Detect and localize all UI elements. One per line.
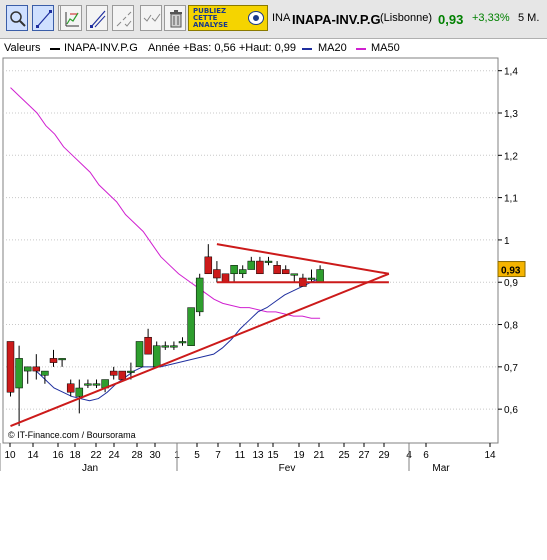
x-tick-label: 10 (4, 450, 16, 461)
ticker-symbol: INA (272, 12, 291, 24)
candle-body (32, 366, 41, 372)
x-month-label: Mar (432, 463, 450, 474)
zoom-tool-button[interactable] (6, 5, 28, 31)
candle-body (84, 383, 92, 386)
fibonacci-tool-button[interactable] (86, 5, 108, 31)
period-selector[interactable]: 5 M. (518, 12, 539, 24)
security-name: INAPA-INV.P.G (292, 12, 381, 27)
x-tick-label: 6 (423, 450, 429, 461)
candle-body (49, 358, 58, 363)
x-tick-label: 11 (235, 450, 246, 461)
x-tick-label: 27 (358, 450, 370, 461)
x-tick-label: 28 (131, 450, 143, 461)
y-tick-label: 0,8 (504, 321, 518, 332)
candle-body (273, 265, 281, 275)
price-change: +3,33% (472, 12, 510, 24)
x-tick-label: 19 (293, 450, 305, 461)
candle-body (23, 366, 32, 372)
candle-body (213, 269, 221, 279)
x-tick-label: 16 (52, 450, 64, 461)
last-price-label: 0,93 (501, 266, 521, 277)
x-tick-label: 7 (215, 450, 221, 461)
candle-body (152, 345, 161, 368)
trendline-tool-button[interactable] (32, 5, 54, 31)
brand-line-3: ANALYSE (193, 21, 228, 29)
candle-body (281, 269, 290, 275)
candle-body (221, 273, 230, 283)
x-tick-label: 22 (90, 450, 102, 461)
candle-body (230, 265, 238, 275)
y-tick-label: 1 (504, 236, 510, 247)
candle-body (118, 370, 127, 380)
candle-body (238, 269, 247, 275)
candle-body (178, 341, 187, 344)
y-tick-label: 0,6 (504, 405, 518, 416)
candle-body (316, 269, 324, 283)
candle-body (170, 345, 178, 348)
candle-body (264, 260, 273, 263)
candle-body (58, 358, 66, 361)
x-tick-label: 5 (194, 450, 200, 461)
candle-body (41, 370, 49, 376)
horizontal-line-icon (65, 12, 79, 27)
last-price: 0,93 (438, 12, 464, 27)
x-tick-label: 14 (27, 450, 39, 461)
candle-body (92, 383, 101, 386)
candle-body (15, 358, 23, 389)
y-tick-label: 1,1 (504, 194, 518, 205)
fan-tool-button[interactable] (112, 5, 134, 31)
magnifier-icon (10, 11, 26, 27)
x-tick-label: 21 (313, 450, 325, 461)
checkmarks-icon (143, 13, 161, 22)
market-name: (Lisbonne) (380, 12, 432, 24)
y-tick-label: 0,9 (504, 278, 518, 289)
candle-body (195, 277, 204, 313)
candle-body (290, 273, 299, 276)
x-tick-label: 13 (252, 450, 264, 461)
x-tick-label: 24 (108, 450, 120, 461)
candle-body (109, 370, 118, 376)
candle-body (144, 336, 152, 355)
trash-tool-button[interactable] (164, 5, 186, 31)
trash-icon (170, 10, 182, 28)
candle-body (307, 277, 316, 280)
x-tick-label: 15 (267, 450, 279, 461)
x-tick-label: 25 (338, 450, 350, 461)
candle-body (247, 260, 256, 270)
candle-body (204, 256, 213, 275)
x-tick-label: 29 (378, 450, 390, 461)
x-tick-label: 14 (484, 450, 496, 461)
price-chart[interactable]: 1,4 1,3 1,2 1,1 1 0,9 0,8 0,7 0,6 10 14 16 18 22 24 28 3… (0, 38, 547, 478)
candle-body (75, 387, 84, 397)
candle-body (135, 341, 144, 368)
candle-body (161, 345, 170, 348)
x-tick-label: 18 (69, 450, 81, 461)
y-tick-label: 1,4 (504, 67, 518, 78)
candle-body (127, 370, 135, 373)
erase-tool-button[interactable] (140, 5, 162, 31)
data-credit: © IT-Finance.com / Boursorama (8, 430, 136, 440)
x-tick-label: 30 (149, 450, 161, 461)
candle-body (187, 307, 195, 346)
candle-body (256, 260, 264, 275)
trendline-icon (36, 10, 52, 28)
candle-body (66, 383, 75, 393)
candle-body (6, 341, 15, 393)
y-tick-label: 1,3 (504, 109, 518, 120)
x-month-label: Jan (82, 463, 98, 474)
fan-icon (116, 11, 132, 27)
publish-analysis-button[interactable]: PUBLIEZ CETTE ANALYSE (188, 5, 268, 31)
eye-icon (248, 11, 264, 25)
x-month-label: Fev (279, 463, 296, 474)
y-tick-label: 0,7 (504, 363, 518, 374)
y-tick-label: 1,2 (504, 151, 518, 162)
fibonacci-icon (90, 10, 106, 28)
hline-tool-button[interactable] (60, 5, 82, 31)
